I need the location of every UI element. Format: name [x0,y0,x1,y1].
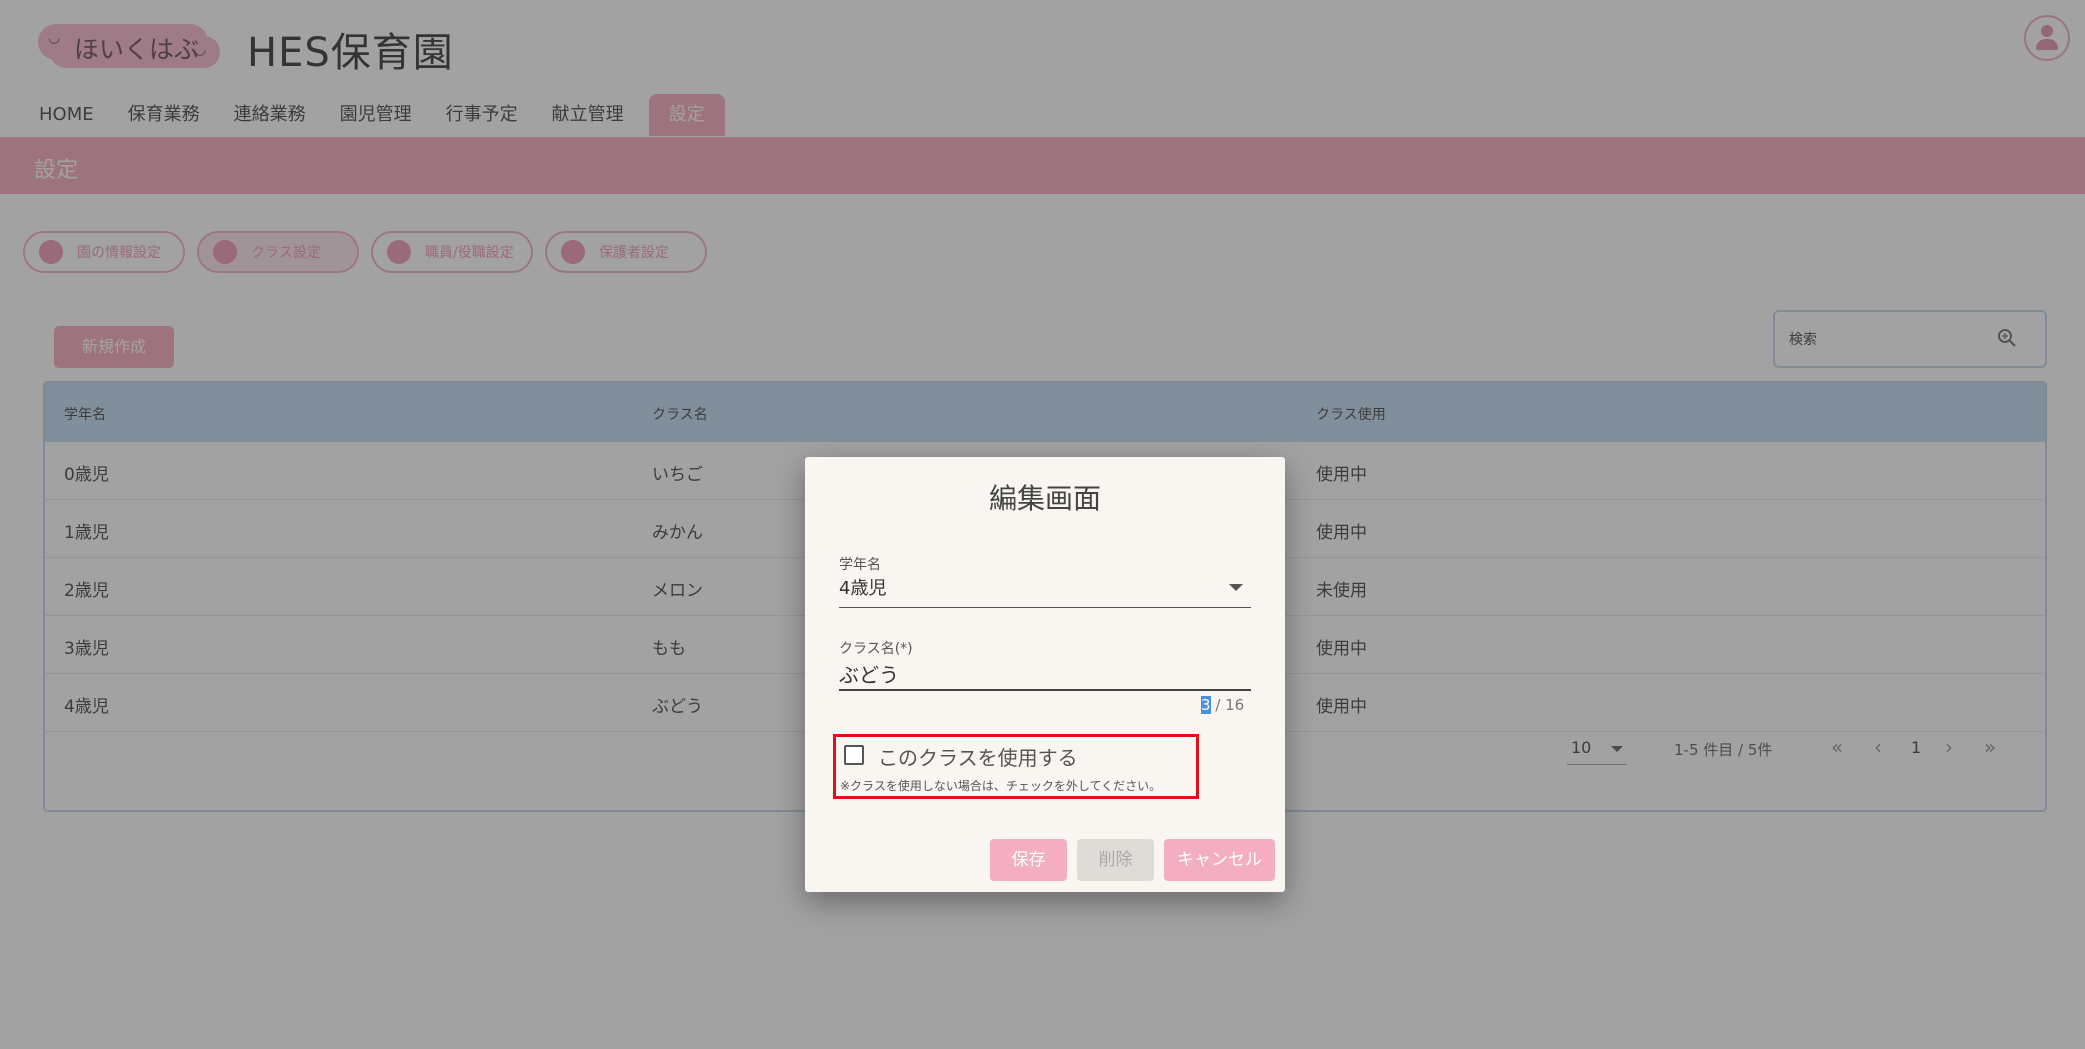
grade-select[interactable]: 4歳児 [839,574,1251,608]
edit-dialog: 編集画面 学年名 4歳児 クラス名(*) 3 / 16 このクラスを使用する ※… [805,457,1285,892]
delete-button[interactable]: 削除 [1077,839,1154,881]
use-class-label[interactable]: このクラスを使用する [878,742,1078,771]
dialog-title: 編集画面 [988,482,1101,515]
class-name-label: クラス名(*) [839,641,913,657]
cancel-button[interactable]: キャンセル [1164,839,1275,881]
class-name-input[interactable] [839,657,1251,691]
use-class-note: ※クラスを使用しない場合は、チェックを外してください。 [840,779,1162,793]
chevron-down-icon [1229,584,1243,591]
use-class-checkbox[interactable] [844,745,864,765]
use-class-highlight: このクラスを使用する ※クラスを使用しない場合は、チェックを外してください。 [833,734,1199,799]
char-counter: 3 / 16 [1201,696,1245,714]
save-button[interactable]: 保存 [990,839,1067,881]
grade-label: 学年名 [839,557,881,573]
